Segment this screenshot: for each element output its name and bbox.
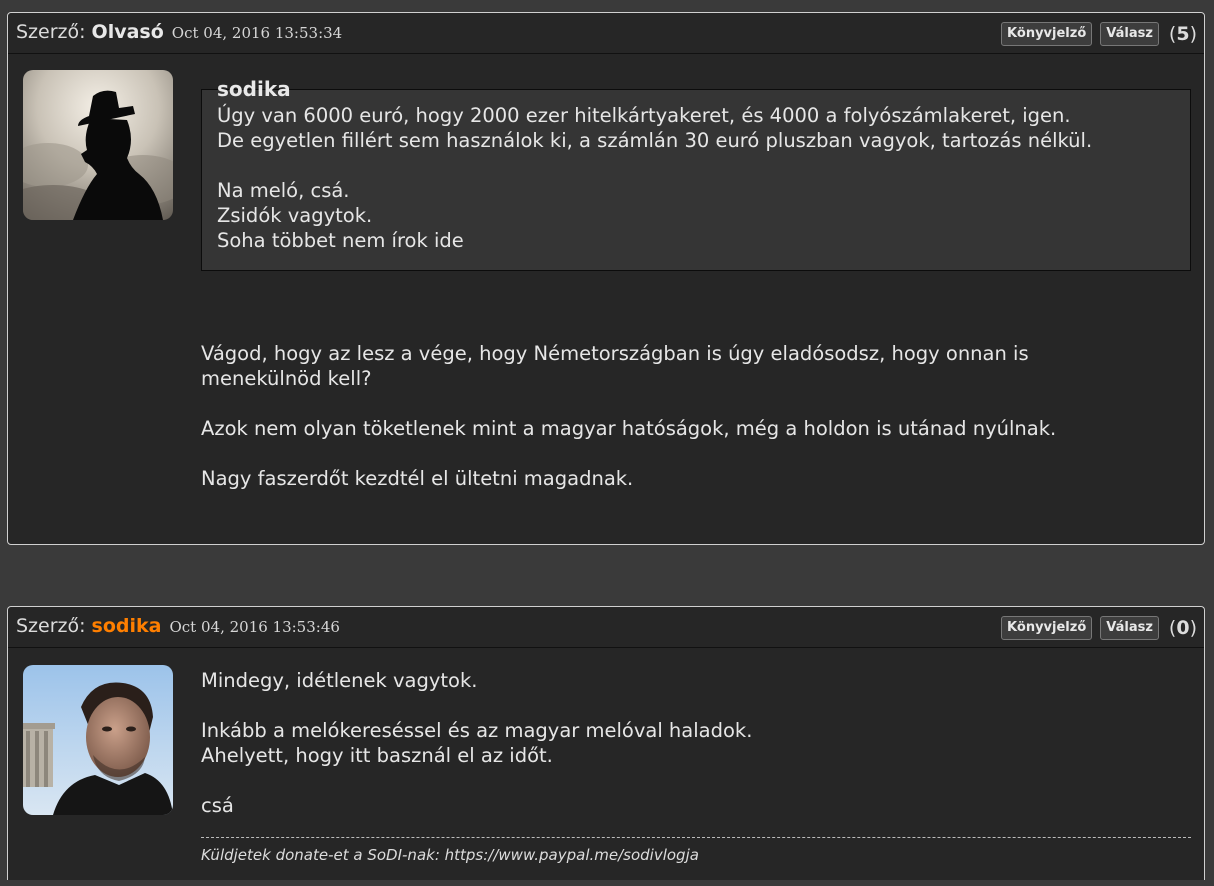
score-close: ) — [1189, 23, 1197, 45]
body-blank-line — [201, 391, 1191, 416]
body-line: menekülnöd kell? — [201, 367, 372, 390]
quote-line: Soha többet nem írok ide — [217, 229, 464, 252]
bookmark-button[interactable]: Könyvjelző — [1001, 22, 1093, 46]
reply-button[interactable]: Válasz — [1100, 22, 1159, 46]
post-meta: Szerző: sodika Oct 04, 2016 13:53:46 — [16, 615, 340, 637]
author-label: Szerző: — [16, 615, 86, 637]
quote-author: sodika — [217, 77, 291, 101]
post-date: Oct 04, 2016 13:53:34 — [171, 24, 343, 42]
forum-post: Szerző: sodika Oct 04, 2016 13:53:46 Kön… — [7, 606, 1205, 880]
body-line: Ahelyett, hogy itt basznál el az időt. — [201, 744, 553, 767]
body-blank-line — [201, 768, 1191, 793]
author-name-link[interactable]: sodika — [92, 615, 162, 637]
avatar[interactable] — [23, 665, 173, 815]
post-actions: Könyvjelző Válasz (5) — [1001, 22, 1197, 46]
post-actions: Könyvjelző Válasz (0) — [1001, 616, 1197, 640]
post-score: (5) — [1169, 23, 1197, 45]
author-name-link[interactable]: Olvasó — [92, 21, 164, 43]
author-label: Szerző: — [16, 21, 86, 43]
silhouette-avatar-image — [23, 70, 173, 220]
score-value: 5 — [1176, 23, 1190, 45]
quote-blank-line — [217, 153, 1175, 178]
post-header: Szerző: Olvasó Oct 04, 2016 13:53:34 Kön… — [8, 13, 1204, 54]
post-meta: Szerző: Olvasó Oct 04, 2016 13:53:34 — [16, 21, 342, 43]
post-header: Szerző: sodika Oct 04, 2016 13:53:46 Kön… — [8, 607, 1204, 648]
forum-post: Szerző: Olvasó Oct 04, 2016 13:53:34 Kön… — [7, 12, 1205, 545]
quote-line: Zsidók vagytok. — [217, 204, 373, 227]
post-body: Mindegy, idétlenek vagytok. Inkább a mel… — [201, 668, 1191, 818]
body-blank-line — [201, 441, 1191, 466]
body-line: Nagy faszerdőt kezdtél el ültetni magadn… — [201, 467, 634, 490]
reply-button[interactable]: Válasz — [1100, 616, 1159, 640]
avatar[interactable] — [23, 70, 173, 220]
portrait-avatar-image — [23, 665, 173, 815]
post-signature: Küldjetek donate-et a SoDI-nak: https://… — [201, 837, 1191, 864]
body-line: Vágod, hogy az lesz a vége, hogy Németor… — [201, 342, 1029, 365]
post-score: (0) — [1169, 617, 1197, 639]
post-body: Vágod, hogy az lesz a vége, hogy Németor… — [201, 341, 1191, 491]
quote-line: Na meló, csá. — [217, 179, 350, 202]
score-value: 0 — [1176, 617, 1190, 639]
body-line: Inkább a melókereséssel és az magyar mel… — [201, 719, 753, 742]
body-blank-line — [201, 693, 1191, 718]
body-line: csá — [201, 794, 234, 817]
post-date: Oct 04, 2016 13:53:46 — [169, 618, 340, 636]
body-line: Azok nem olyan töketlenek mint a magyar … — [201, 417, 1057, 440]
bookmark-button[interactable]: Könyvjelző — [1001, 616, 1093, 640]
quote-line: De egyetlen fillért sem használok ki, a … — [217, 129, 1093, 152]
quote-line: Úgy van 6000 euró, hogy 2000 ezer hitelk… — [217, 104, 1071, 127]
score-close: ) — [1189, 617, 1197, 639]
quote-box: Úgy van 6000 euró, hogy 2000 ezer hitelk… — [201, 89, 1191, 271]
body-line: Mindegy, idétlenek vagytok. — [201, 669, 478, 692]
